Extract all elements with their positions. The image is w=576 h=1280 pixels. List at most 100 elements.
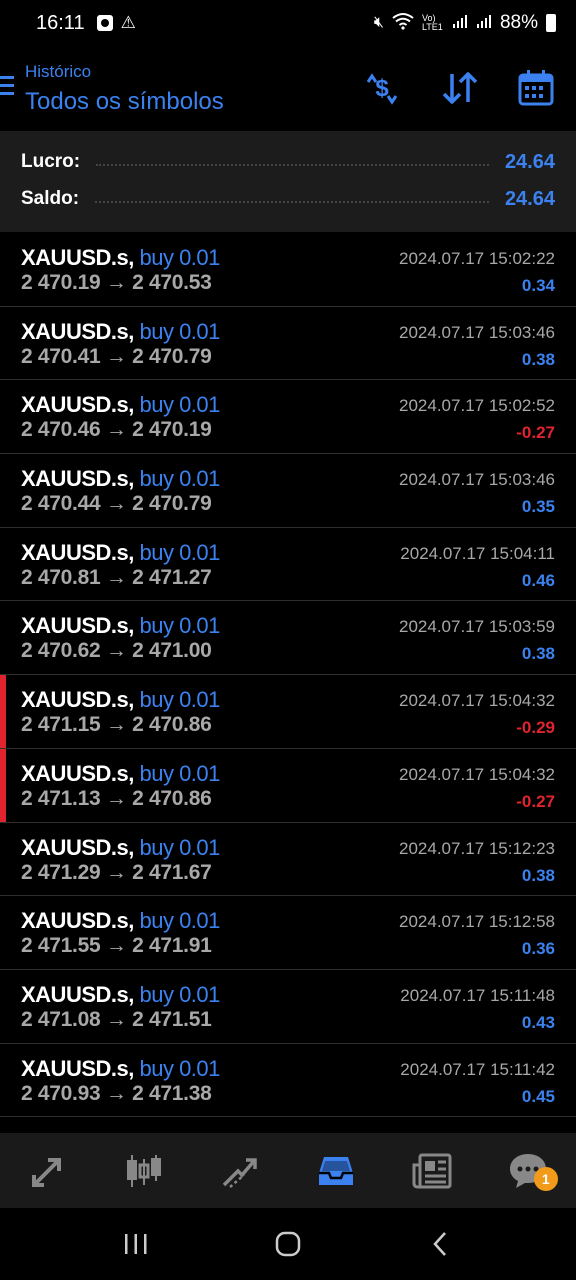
trade-profit: 0.38 xyxy=(521,865,555,885)
trade-row[interactable]: XAUUSD.s, buy 0.01 xyxy=(0,1117,576,1133)
trade-symbol: XAUUSD.s, buy 0.01 xyxy=(21,982,220,1008)
trade-time: 2024.07.17 15:03:46 xyxy=(399,470,555,490)
trade-profit: -0.27 xyxy=(516,791,555,811)
trade-time: 2024.07.17 15:04:11 xyxy=(400,543,555,563)
trade-side: buy 0.01 xyxy=(139,687,220,713)
home-button[interactable] xyxy=(258,1219,318,1269)
trade-time: 2024.07.17 15:02:52 xyxy=(399,396,555,416)
trade-row[interactable]: XAUUSD.s, buy 0.01 2 470.62 → 2 471.00 202… xyxy=(0,601,576,676)
trade-profit: 0.38 xyxy=(521,349,555,369)
trade-row[interactable]: XAUUSD.s, buy 0.01 2 471.13 → 2 470.86 202… xyxy=(0,748,576,823)
trade-profit: 0.43 xyxy=(521,1012,555,1032)
trade-prices: 2 470.81 → 2 471.27 xyxy=(21,565,212,589)
trade-symbol: XAUUSD.s, buy 0.01 xyxy=(21,466,220,492)
balance-value: 24.64 xyxy=(504,187,555,210)
trade-time: 2024.07.17 15:11:48 xyxy=(400,985,555,1005)
trade-profit: 0.38 xyxy=(521,644,555,664)
trade-symbol: XAUUSD.s, buy 0.01 xyxy=(21,1056,220,1082)
trade-prices: 2 471.08 → 2 471.51 xyxy=(21,1007,212,1031)
bottom-nav: 1 xyxy=(0,1133,576,1208)
trade-row[interactable]: XAUUSD.s, buy 0.01 2 471.08 → 2 471.51 202… xyxy=(0,970,576,1044)
back-icon xyxy=(433,1232,446,1256)
trade-prices: 2 470.19 → 2 470.53 xyxy=(21,271,212,294)
trade-row[interactable]: XAUUSD.s, buy 0.01 2 471.29 → 2 471.67 202… xyxy=(0,823,576,897)
trade-row[interactable]: XAUUSD.s, buy 0.01 2 470.46 → 2 470.19 202… xyxy=(0,380,576,455)
symbol-name: XAUUSD.s, xyxy=(21,245,134,270)
trade-time: 2024.07.17 15:12:58 xyxy=(399,912,555,932)
trade-row[interactable]: XAUUSD.s, buy 0.01 2 470.44 → 2 470.79 202… xyxy=(0,454,576,528)
trade-symbol: XAUUSD.s, buy 0.01 xyxy=(21,319,220,345)
trade-prices: 2 471.55 → 2 471.91 xyxy=(21,934,212,958)
trade-profit: -0.29 xyxy=(516,718,555,738)
symbol-name: XAUUSD.s, xyxy=(21,539,134,565)
trade-icon xyxy=(222,1157,257,1188)
trade-symbol: XAUUSD.s, buy 0.01 xyxy=(21,761,220,787)
trade-symbol: XAUUSD.s, buy 0.01 xyxy=(21,540,220,566)
trade-side: buy 0.01 xyxy=(139,392,220,418)
trade-profit: 0.36 xyxy=(521,939,555,959)
trade-prices: 2 470.44 → 2 470.79 xyxy=(21,492,212,516)
trade-row[interactable]: XAUUSD.s, buy 0.01 2 470.19 → 2 470.53 202… xyxy=(0,233,576,307)
trade-row[interactable]: XAUUSD.s, buy 0.01 2 471.55 → 2 471.91 202… xyxy=(0,896,576,970)
trade-symbol: XAUUSD.s, buy 0.01 xyxy=(21,908,220,934)
trade-symbol: XAUUSD.s, buy 0.01 xyxy=(21,392,220,418)
battery-icon xyxy=(546,14,556,32)
back-button[interactable] xyxy=(410,1219,470,1269)
sort-icon[interactable] xyxy=(440,68,480,108)
status-right: 🔇︎ Vo) LTE1 88% xyxy=(374,12,556,35)
profit-value: 24.64 xyxy=(504,150,555,173)
trade-time: 2024.07.17 15:02:22 xyxy=(399,249,555,268)
symbol-name: XAUUSD.s, xyxy=(21,981,134,1007)
header-subtitle: Histórico xyxy=(25,62,92,81)
home-icon xyxy=(275,1231,301,1257)
trade-profit: 0.34 xyxy=(521,276,555,295)
deposit-withdraw-icon[interactable]: $ xyxy=(362,68,402,108)
trade-side: buy 0.01 xyxy=(139,245,220,270)
trade-row[interactable]: XAUUSD.s, buy 0.01 2 470.93 → 2 471.38 202… xyxy=(0,1044,576,1118)
profit-label: Lucro: xyxy=(21,151,81,172)
header-title[interactable]: Todos os símbolos xyxy=(25,88,224,116)
trade-prices: 2 471.15 → 2 470.86 xyxy=(21,713,212,737)
trade-prices: 2 471.13 → 2 470.86 xyxy=(21,786,212,810)
calendar-icon[interactable] xyxy=(516,68,556,108)
trade-list[interactable]: XAUUSD.s, buy 0.01 2 470.19 → 2 470.53 202… xyxy=(0,233,576,1133)
trade-side: buy 0.01 xyxy=(139,318,220,344)
trade-row[interactable]: XAUUSD.s, buy 0.01 2 470.81 → 2 471.27 202… xyxy=(0,528,576,602)
trade-profit: 0.35 xyxy=(521,497,555,517)
trade-side: buy 0.01 xyxy=(139,981,220,1007)
profit-row: Lucro: 24.64 xyxy=(21,147,555,177)
trade-time: 2024.07.17 15:04:32 xyxy=(399,764,555,784)
trade-prices: 2 471.29 → 2 471.67 xyxy=(21,860,212,884)
recents-button[interactable] xyxy=(106,1219,166,1269)
trade-profit: 0.46 xyxy=(521,570,555,590)
trade-side: buy 0.01 xyxy=(139,760,220,786)
symbol-name: XAUUSD.s, xyxy=(21,908,134,934)
trade-symbol: XAUUSD.s, buy 0.01 xyxy=(21,613,220,639)
symbol-name: XAUUSD.s, xyxy=(21,392,134,418)
nav-quotes[interactable] xyxy=(0,1133,96,1208)
quotes-icon xyxy=(32,1157,61,1187)
trade-side: buy 0.01 xyxy=(139,908,220,934)
nav-news[interactable] xyxy=(384,1133,480,1208)
network-label: Vo) LTE1 xyxy=(421,13,443,32)
trade-side: buy 0.01 xyxy=(139,539,220,565)
nav-trade[interactable] xyxy=(192,1133,288,1208)
menu-icon[interactable] xyxy=(0,76,14,100)
warning-icon: ⚠ xyxy=(120,13,136,32)
trade-row[interactable]: XAUUSD.s, buy 0.01 2 471.15 → 2 470.86 202… xyxy=(0,675,576,749)
wifi-icon xyxy=(392,12,414,35)
trade-time: 2024.07.17 15:03:46 xyxy=(399,322,555,342)
nav-chat[interactable]: 1 xyxy=(480,1133,576,1208)
nav-history[interactable] xyxy=(288,1133,384,1208)
mute-icon: 🔇︎ xyxy=(373,14,384,31)
nav-chart[interactable] xyxy=(96,1133,192,1208)
status-time: 16:11 xyxy=(36,11,85,34)
trade-row[interactable]: XAUUSD.s, buy 0.01 2 470.41 → 2 470.79 202… xyxy=(0,307,576,381)
balance-label: Saldo: xyxy=(21,188,80,209)
symbol-name: XAUUSD.s, xyxy=(21,466,134,492)
signal-icon xyxy=(452,13,468,34)
svg-text:$: $ xyxy=(375,75,389,102)
trade-symbol: XAUUSD.s, buy 0.01 xyxy=(21,687,220,713)
symbol-name: XAUUSD.s, xyxy=(21,1055,134,1081)
chart-icon xyxy=(127,1154,161,1187)
